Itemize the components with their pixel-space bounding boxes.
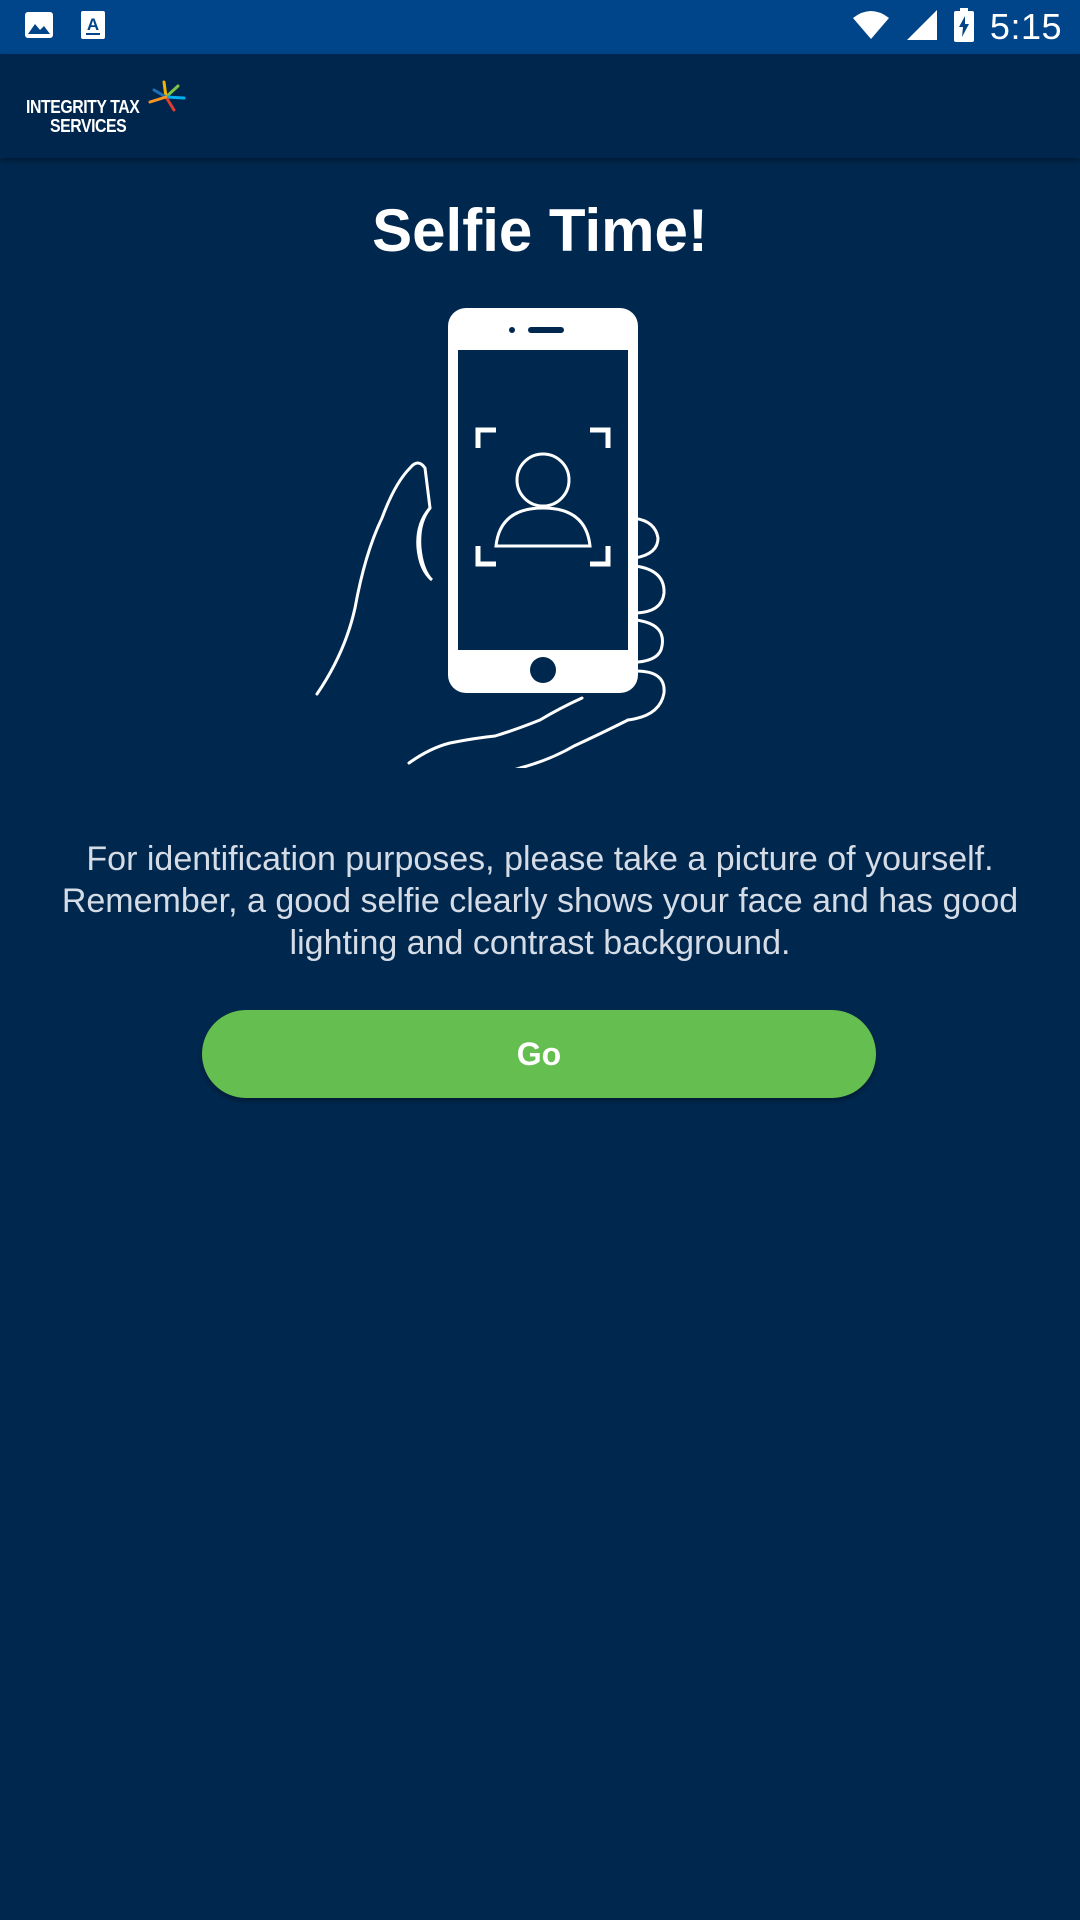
signal-icon xyxy=(906,9,938,46)
status-bar: A 5:15 xyxy=(0,0,1080,54)
logo-text-line2: SERVICES xyxy=(50,116,127,136)
status-time: 5:15 xyxy=(989,6,1062,47)
battery-charging-icon xyxy=(953,7,974,47)
text-a-icon: A xyxy=(80,10,106,45)
instruction-text: For identification purposes, please take… xyxy=(61,840,1019,962)
svg-text:A: A xyxy=(87,15,99,34)
hand-holding-phone-selfie-icon xyxy=(315,308,666,768)
wifi-icon xyxy=(852,10,890,45)
app-bar: INTEGRITY TAX SERVICES xyxy=(0,54,1080,158)
star-burst-icon xyxy=(148,80,186,112)
notification-icons: A xyxy=(24,10,106,45)
logo-text-line1: INTEGRITY TAX xyxy=(26,97,140,117)
page-title: Selfie Time! xyxy=(372,197,708,264)
system-icons: 5:15 xyxy=(852,0,1062,54)
integrity-tax-logo: INTEGRITY TAX SERVICES xyxy=(26,80,186,136)
go-button[interactable]: Go xyxy=(202,1010,876,1098)
gallery-icon xyxy=(24,11,54,44)
